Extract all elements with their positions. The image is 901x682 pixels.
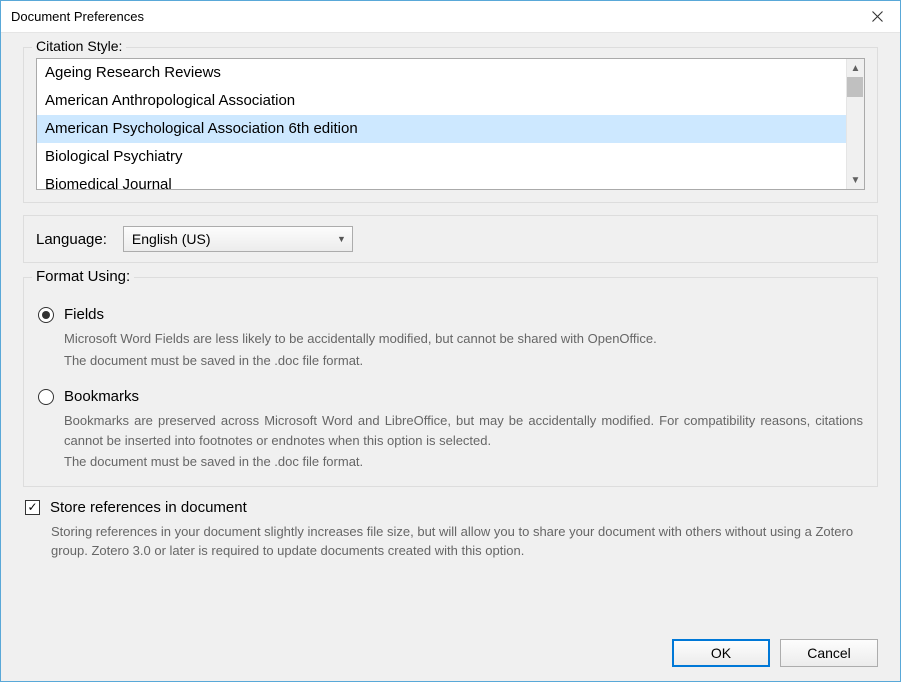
fields-option: Fields Microsoft Word Fields are less li…: [38, 306, 863, 370]
style-item[interactable]: Biological Psychiatry: [37, 143, 846, 171]
dialog-content: Citation Style: Ageing Research Reviews …: [1, 33, 900, 681]
format-using-group: Format Using: Fields Microsoft Word Fiel…: [23, 277, 878, 487]
language-row: Language: English (US) ▼: [23, 215, 878, 263]
scrollbar[interactable]: ▲ ▼: [846, 59, 864, 189]
fields-radio[interactable]: [38, 307, 54, 323]
citation-style-label: Citation Style:: [32, 38, 126, 54]
style-item[interactable]: American Anthropological Association: [37, 87, 846, 115]
bookmarks-desc-2: The document must be saved in the .doc f…: [64, 452, 863, 472]
fields-desc-1: Microsoft Word Fields are less likely to…: [64, 329, 863, 349]
fields-desc-2: The document must be saved in the .doc f…: [64, 351, 863, 371]
citation-style-list-inner: Ageing Research Reviews American Anthrop…: [37, 59, 846, 189]
dialog-window: Document Preferences Citation Style: Age…: [0, 0, 901, 682]
language-dropdown[interactable]: English (US) ▼: [123, 226, 353, 252]
button-row: OK Cancel: [23, 625, 878, 667]
chevron-down-icon: ▼: [337, 234, 346, 244]
scroll-up-arrow-icon[interactable]: ▲: [847, 59, 864, 77]
close-button[interactable]: [854, 1, 900, 33]
bookmarks-radio[interactable]: [38, 389, 54, 405]
store-refs-section: Store references in document Storing ref…: [23, 497, 878, 561]
citation-style-group: Citation Style: Ageing Research Reviews …: [23, 47, 878, 203]
format-using-label: Format Using:: [32, 268, 134, 285]
style-item[interactable]: Biomedical Journal: [37, 171, 846, 190]
cancel-button[interactable]: Cancel: [780, 639, 878, 667]
scroll-thumb[interactable]: [847, 77, 863, 97]
style-item-selected[interactable]: American Psychological Association 6th e…: [37, 115, 846, 143]
ok-button[interactable]: OK: [672, 639, 770, 667]
fields-radio-row[interactable]: Fields: [38, 306, 863, 323]
window-title: Document Preferences: [11, 9, 144, 24]
style-item[interactable]: Ageing Research Reviews: [37, 59, 846, 87]
fields-label: Fields: [64, 306, 104, 323]
language-label: Language:: [36, 231, 107, 248]
store-refs-label: Store references in document: [50, 499, 247, 516]
store-refs-desc: Storing references in your document slig…: [51, 522, 876, 561]
bookmarks-radio-row[interactable]: Bookmarks: [38, 388, 863, 405]
close-icon: [872, 11, 883, 22]
bookmarks-label: Bookmarks: [64, 388, 139, 405]
titlebar: Document Preferences: [1, 1, 900, 33]
language-value: English (US): [132, 231, 211, 247]
bookmarks-desc-1: Bookmarks are preserved across Microsoft…: [64, 411, 863, 450]
store-refs-row[interactable]: Store references in document: [25, 499, 876, 516]
scroll-down-arrow-icon[interactable]: ▼: [847, 171, 864, 189]
bookmarks-option: Bookmarks Bookmarks are preserved across…: [38, 388, 863, 472]
store-refs-checkbox[interactable]: [25, 500, 40, 515]
citation-style-listbox[interactable]: Ageing Research Reviews American Anthrop…: [36, 58, 865, 190]
